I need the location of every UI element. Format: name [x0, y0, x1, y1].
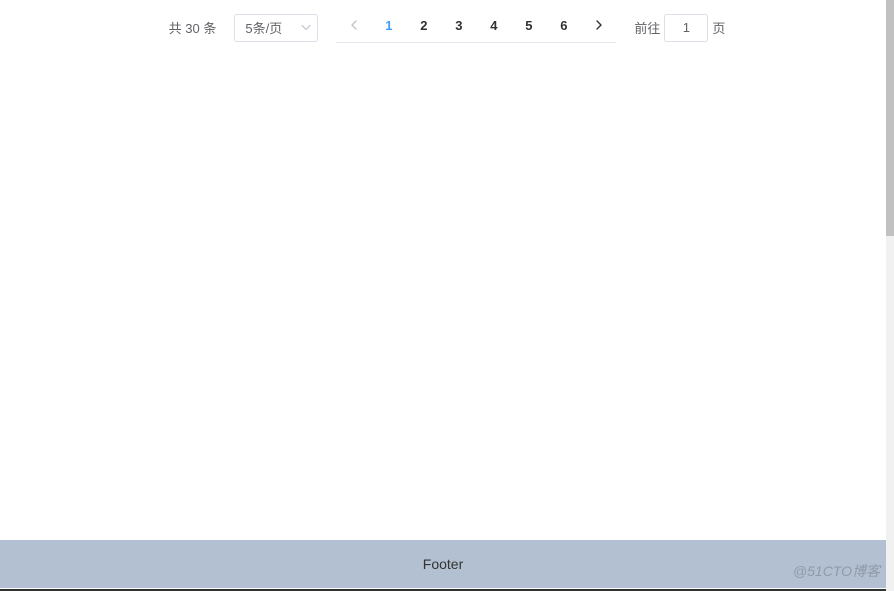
pager-list: 1 2 3 4 5 6 [371, 12, 581, 40]
pager-page-2[interactable]: 2 [406, 12, 441, 40]
pagination-jump: 前往 页 [634, 14, 725, 42]
jump-prefix: 前往 [634, 18, 660, 37]
pagination-bar: 共 30 条 5条/页 1 2 3 4 5 6 前往 页 [0, 0, 894, 55]
footer: Footer [0, 540, 886, 588]
page-size-select[interactable]: 5条/页 [234, 14, 318, 42]
pager-page-6[interactable]: 6 [546, 12, 581, 40]
jump-suffix: 页 [712, 18, 725, 37]
pager-page-1[interactable]: 1 [371, 12, 406, 40]
chevron-down-icon [301, 20, 311, 35]
total-prefix: 共 [169, 21, 182, 36]
pagination-total: 共 30 条 [169, 18, 217, 37]
pager-next-button[interactable] [581, 12, 616, 40]
chevron-right-icon [594, 20, 604, 30]
pager-group: 1 2 3 4 5 6 [336, 12, 616, 43]
pager-page-4[interactable]: 4 [476, 12, 511, 40]
footer-text: Footer [423, 556, 463, 572]
vertical-scrollbar[interactable] [886, 0, 894, 591]
pager-page-3[interactable]: 3 [441, 12, 476, 40]
total-suffix: 条 [203, 21, 216, 36]
page-size-label: 5条/页 [245, 18, 282, 37]
pager-prev-button[interactable] [336, 12, 371, 40]
chevron-left-icon [349, 20, 359, 30]
jump-page-input[interactable] [664, 14, 708, 42]
scrollbar-thumb[interactable] [886, 0, 894, 236]
total-count: 30 [185, 21, 199, 36]
pager-page-5[interactable]: 5 [511, 12, 546, 40]
